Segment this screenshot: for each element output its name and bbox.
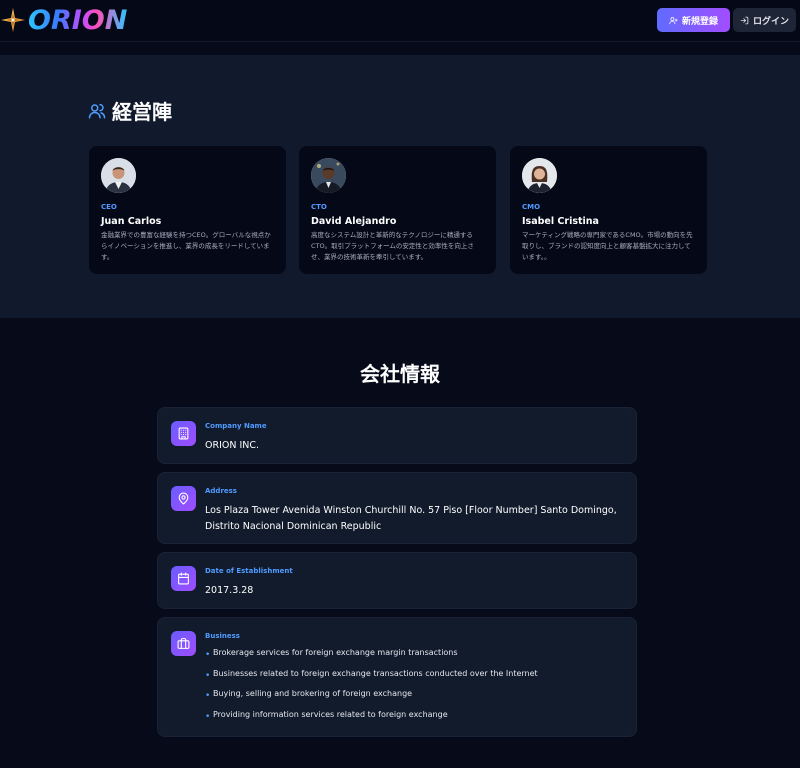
list-item: • Businesses related to foreign exchange … xyxy=(205,668,538,681)
executive-photo xyxy=(522,158,557,193)
signup-button[interactable]: 新規登録 xyxy=(657,8,730,32)
login-icon xyxy=(740,16,749,24)
building-icon xyxy=(171,421,196,446)
executive-role: CTO xyxy=(311,203,327,211)
executive-role: CEO xyxy=(101,203,117,211)
compass-star-icon xyxy=(1,8,25,32)
company-name-card: Company Name ORION INC. xyxy=(157,407,637,464)
address-card: Address Los Plaza Tower Avenida Winston … xyxy=(157,472,637,544)
signup-label: 新規登録 xyxy=(681,16,718,27)
establishment-date-card: Date of Establishment 2017.3.28 xyxy=(157,552,637,609)
executive-description: マーケティング戦略の専門家であるCMO。市場の動向を先取りし、ブランドの認知度向… xyxy=(522,231,693,261)
executive-name: Juan Carlos xyxy=(101,216,162,227)
executives-title: 経営陣 xyxy=(112,100,172,124)
executive-card-cmo: CMO Isabel Cristina マーケティング戦略の専門家であるCMO。… xyxy=(510,146,707,274)
establishment-date-label: Date of Establishment xyxy=(205,567,293,575)
address-label: Address xyxy=(205,487,237,495)
executive-photo xyxy=(101,158,136,193)
orion-logo[interactable]: ORION xyxy=(0,4,127,36)
list-item: • Buying, selling and brokering of foreig… xyxy=(205,689,413,701)
top-header: ORION 新規登録 ログイン xyxy=(0,0,800,42)
login-label: ログイン xyxy=(752,16,789,27)
business-list: • Brokerage services for foreign exchange… xyxy=(205,648,538,730)
business-card: Business • Brokerage services for foreign… xyxy=(157,617,637,737)
briefcase-icon xyxy=(171,631,196,656)
map-pin-icon xyxy=(171,486,196,511)
executive-name: Isabel Cristina xyxy=(522,216,599,227)
user-plus-icon xyxy=(669,16,678,24)
company-info-title: 会社情報 xyxy=(360,362,440,386)
executive-card-ceo: CEO Juan Carlos 金融業界での豊富な経験を持つCEO。グローバルな… xyxy=(89,146,286,274)
company-name-label: Company Name xyxy=(205,422,267,430)
calendar-icon xyxy=(171,566,196,591)
list-item: • Providing information services related … xyxy=(205,709,448,722)
executive-card-cto: CTO David Alejandro 高度なシステム設計と革新的なテクノロジー… xyxy=(299,146,496,274)
executive-role: CMO xyxy=(522,203,541,211)
executive-photo xyxy=(311,158,346,193)
company-name-value: ORION INC. xyxy=(205,440,260,451)
login-button[interactable]: ログイン xyxy=(733,8,796,32)
executive-name: David Alejandro xyxy=(311,216,397,227)
list-item: • Brokerage services for foreign exchange… xyxy=(205,648,458,660)
business-label: Business xyxy=(205,632,240,640)
establishment-date-value: 2017.3.28 xyxy=(205,585,254,596)
executive-description: 高度なシステム設計と革新的なテクノロジーに精通するCTO。取引プラットフォームの… xyxy=(311,231,474,261)
executives-heading: 経営陣 xyxy=(88,96,172,125)
address-value: Los Plaza Tower Avenida Winston Churchil… xyxy=(205,505,617,532)
executive-description: 金融業界での豊富な経験を持つCEO。グローバルな視点からイノベーションを推進し、… xyxy=(101,231,271,261)
logo-wordmark: ORION xyxy=(28,4,128,36)
users-icon xyxy=(88,103,106,118)
